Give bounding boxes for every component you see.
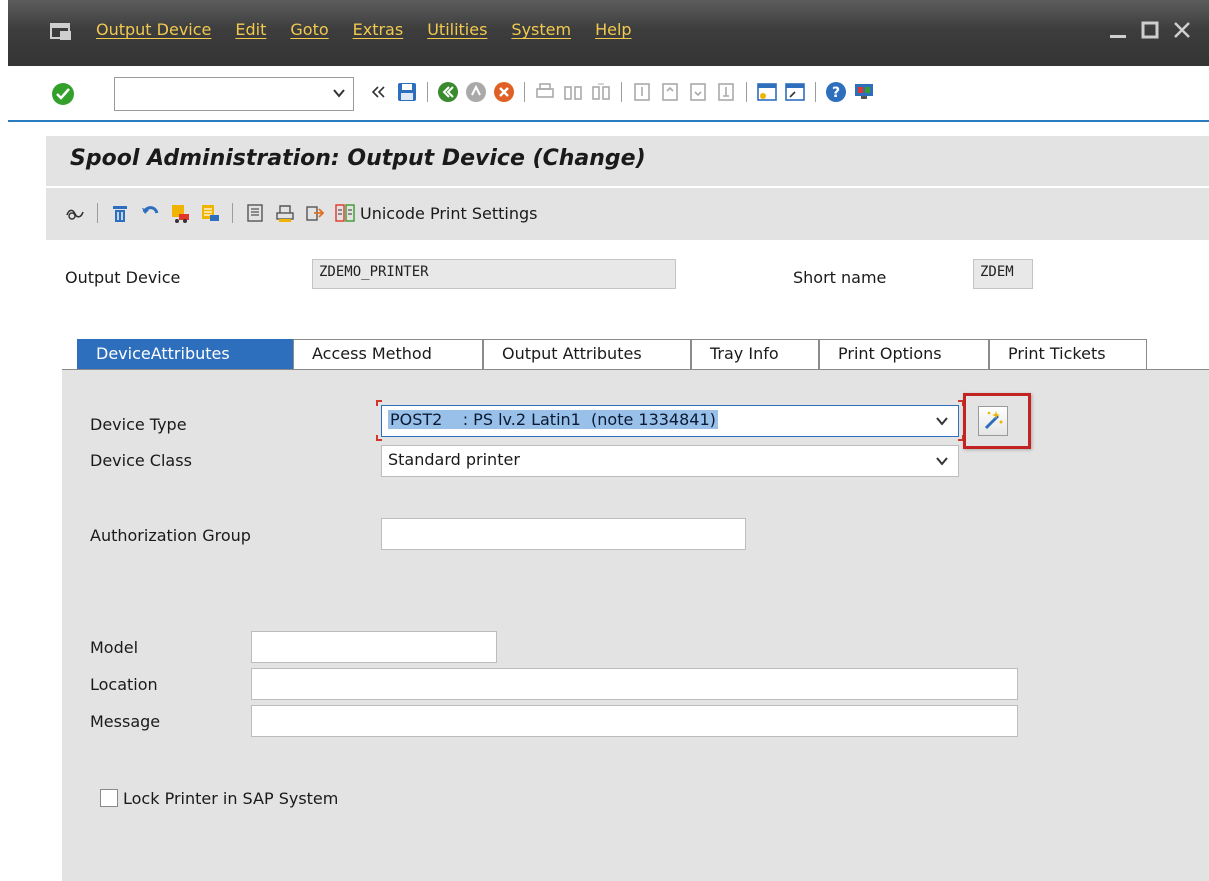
cancel-icon[interactable] <box>493 81 515 103</box>
required-marker <box>376 400 382 406</box>
lock-printer-label: Lock Printer in SAP System <box>123 789 339 808</box>
device-class-select[interactable]: Standard printer <box>381 445 959 477</box>
separator <box>524 82 525 102</box>
device-type-label: Device Type <box>90 415 187 434</box>
transport-list-icon[interactable] <box>199 202 221 224</box>
chevron-down-icon[interactable] <box>936 416 948 426</box>
menu-bar: Output Device Edit Goto Extras Utilities… <box>96 20 632 39</box>
svg-text:?: ? <box>832 85 840 101</box>
device-class-label: Device Class <box>90 451 192 470</box>
tab-print-options[interactable]: Print Options <box>819 339 989 371</box>
location-input[interactable] <box>251 668 1018 700</box>
separator <box>427 82 428 102</box>
standard-toolbar: ? <box>8 66 1209 122</box>
lock-printer-checkbox[interactable] <box>100 789 118 807</box>
next-page-icon[interactable] <box>687 81 709 103</box>
unicode-print-settings-button[interactable]: Unicode Print Settings <box>360 204 537 223</box>
print-test-icon[interactable] <box>274 202 296 224</box>
location-label: Location <box>90 675 158 694</box>
model-input[interactable] <box>251 631 497 663</box>
output-device-label: Output Device <box>65 268 181 287</box>
export-icon[interactable] <box>304 202 326 224</box>
transport-icon[interactable] <box>169 202 191 224</box>
other-device-icon[interactable] <box>244 202 266 224</box>
unicode-print-settings-icon[interactable] <box>334 202 356 224</box>
device-type-value: POST2 : PS lv.2 Latin1 (note 1334841) <box>388 410 718 429</box>
save-icon[interactable] <box>396 81 418 103</box>
help-icon[interactable]: ? <box>825 81 847 103</box>
tab-output-attributes[interactable]: Output Attributes <box>483 339 691 371</box>
separator <box>815 82 816 102</box>
maximize-icon[interactable] <box>1141 18 1159 42</box>
required-marker <box>376 435 382 441</box>
separator <box>232 203 233 223</box>
minimize-icon[interactable] <box>1109 18 1127 42</box>
device-type-select[interactable]: POST2 : PS lv.2 Latin1 (note 1334841) <box>381 405 959 437</box>
enter-icon[interactable] <box>52 83 74 105</box>
last-page-icon[interactable] <box>715 81 737 103</box>
menu-system[interactable]: System <box>511 20 571 39</box>
model-label: Model <box>90 638 139 657</box>
menu-extras[interactable]: Extras <box>353 20 404 39</box>
window-titlebar: Output Device Edit Goto Extras Utilities… <box>8 0 1209 66</box>
tab-strip: DeviceAttributes Access Method Output At… <box>77 339 1147 371</box>
find-icon[interactable] <box>562 81 584 103</box>
shortcut-icon[interactable] <box>784 81 806 103</box>
screen-title-area: Spool Administration: Output Device (Cha… <box>46 136 1209 186</box>
display-change-icon[interactable] <box>64 202 86 224</box>
print-icon[interactable] <box>534 81 556 103</box>
chevron-down-icon[interactable] <box>936 456 948 466</box>
command-field[interactable] <box>114 77 354 111</box>
delete-icon[interactable] <box>109 202 131 224</box>
tab-print-tickets[interactable]: Print Tickets <box>989 339 1147 371</box>
device-type-wizard-highlight <box>963 393 1031 449</box>
authorization-group-input[interactable] <box>381 518 746 550</box>
tab-device-attributes[interactable]: DeviceAttributes <box>77 339 293 371</box>
back-icon[interactable] <box>437 81 459 103</box>
tab-access-method[interactable]: Access Method <box>293 339 483 371</box>
separator <box>97 203 98 223</box>
menu-goto[interactable]: Goto <box>290 20 328 39</box>
menu-edit[interactable]: Edit <box>235 20 266 39</box>
new-session-icon[interactable] <box>756 81 778 103</box>
message-label: Message <box>90 712 161 731</box>
menu-output-device[interactable]: Output Device <box>96 20 211 39</box>
close-icon[interactable] <box>1173 18 1191 42</box>
undo-icon[interactable] <box>139 202 161 224</box>
system-menu-icon[interactable] <box>50 22 72 42</box>
page-title: Spool Administration: Output Device (Cha… <box>70 146 646 171</box>
authorization-group-label: Authorization Group <box>90 526 251 545</box>
separator <box>621 82 622 102</box>
device-class-value: Standard printer <box>388 450 520 469</box>
magic-wand-icon <box>984 411 1003 430</box>
exit-icon[interactable] <box>465 81 487 103</box>
menu-utilities[interactable]: Utilities <box>427 20 487 39</box>
first-page-icon[interactable] <box>631 81 653 103</box>
short-name-field: ZDEM <box>973 259 1033 289</box>
output-device-field: ZDEMO_PRINTER <box>312 259 676 289</box>
dropdown-icon[interactable] <box>333 87 345 99</box>
short-name-label: Short name <box>793 268 887 287</box>
application-toolbar: Unicode Print Settings <box>46 188 1209 240</box>
window-controls <box>1109 18 1191 42</box>
menu-help[interactable]: Help <box>595 20 631 39</box>
device-type-wizard-button[interactable] <box>978 406 1008 436</box>
separator <box>746 82 747 102</box>
tab-tray-info[interactable]: Tray Info <box>691 339 819 371</box>
find-next-icon[interactable] <box>590 81 612 103</box>
customize-layout-icon[interactable] <box>853 81 875 103</box>
previous-page-icon[interactable] <box>659 81 681 103</box>
toolbar-icons: ? <box>368 81 875 103</box>
history-icon[interactable] <box>368 81 390 103</box>
message-input[interactable] <box>251 705 1018 737</box>
